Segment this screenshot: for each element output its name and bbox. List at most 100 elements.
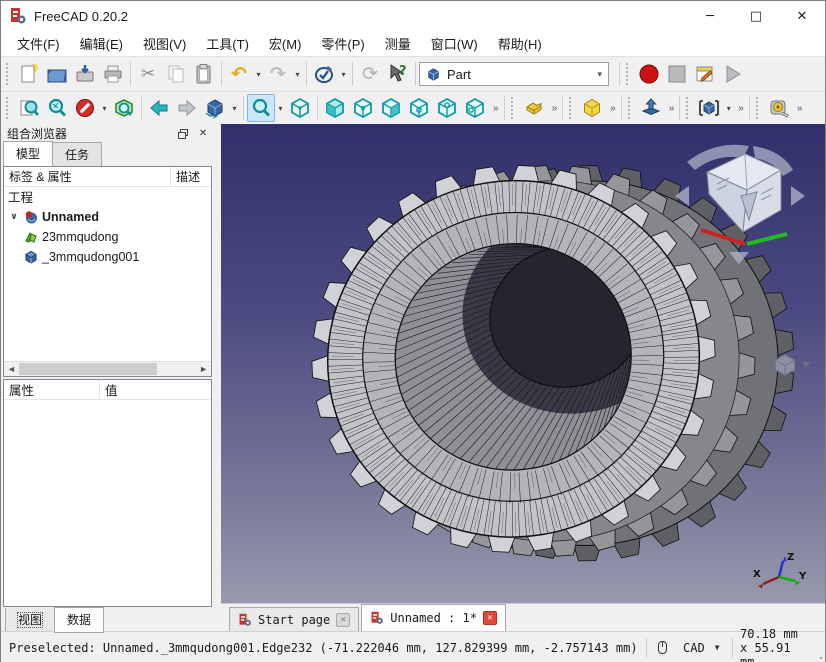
rotate-left-arrow[interactable]: [675, 186, 689, 206]
menu-windows[interactable]: 窗口(W): [421, 31, 488, 56]
toolbar-overflow[interactable]: »: [793, 103, 805, 114]
navigation-cube[interactable]: [665, 138, 815, 266]
macro-edit-button[interactable]: [691, 60, 719, 88]
navigate-back-button[interactable]: [145, 94, 173, 122]
view-bottom-button[interactable]: [433, 94, 461, 122]
toolbar-overflow[interactable]: »: [665, 103, 677, 114]
expand-arrow-icon[interactable]: ∨: [8, 211, 20, 222]
view-front-button[interactable]: [321, 94, 349, 122]
tab-model[interactable]: 模型: [3, 141, 53, 166]
menu-edit[interactable]: 编辑(E): [70, 31, 133, 56]
menu-part[interactable]: 零件(P): [311, 31, 374, 56]
toolbar-overflow[interactable]: »: [734, 103, 746, 114]
link-navigate-dropdown[interactable]: ▾: [229, 94, 240, 122]
extrude-button[interactable]: [637, 94, 665, 122]
toolbar-drag-handle[interactable]: [511, 97, 516, 119]
box-zoom-button[interactable]: [110, 94, 138, 122]
validate-dropdown[interactable]: ▾: [338, 60, 349, 88]
print-button[interactable]: [99, 60, 127, 88]
toolbar-drag-handle[interactable]: [628, 97, 633, 119]
draw-style-dropdown[interactable]: ▾: [275, 94, 286, 122]
link-navigate-button[interactable]: [201, 94, 229, 122]
view-isometric-button[interactable]: [286, 94, 314, 122]
toolbar-overflow[interactable]: »: [606, 103, 618, 114]
toolbar-drag-handle[interactable]: [569, 97, 574, 119]
toolbar-drag-handle[interactable]: [626, 63, 631, 85]
validate-sketch-button[interactable]: [310, 60, 338, 88]
fit-all-button[interactable]: [15, 94, 43, 122]
workbench-selector[interactable]: Part ▾: [419, 62, 609, 86]
draw-style-button[interactable]: [247, 94, 275, 122]
rotate-right-arrow[interactable]: [791, 186, 805, 206]
tab-data-properties[interactable]: 数据: [54, 607, 104, 633]
close-tab-icon[interactable]: ✕: [483, 611, 497, 625]
paste-button[interactable]: [190, 60, 218, 88]
tree-header-description[interactable]: 描述: [171, 168, 211, 185]
zoom-selection-button[interactable]: [43, 94, 71, 122]
tree-horizontal-scrollbar[interactable]: ◄ ►: [4, 361, 211, 376]
menu-macro[interactable]: 宏(M): [259, 31, 312, 56]
clipping-dropdown[interactable]: ▾: [99, 94, 110, 122]
macro-execute-button[interactable]: [719, 60, 747, 88]
dock-splitter[interactable]: [214, 124, 221, 631]
view-right-button[interactable]: [377, 94, 405, 122]
tab-view-properties[interactable]: 视图: [5, 608, 55, 633]
nav-cube-body[interactable]: [707, 154, 781, 232]
toolbar-overflow[interactable]: »: [548, 103, 560, 114]
close-button[interactable]: ✕: [779, 1, 825, 31]
navcube-menu[interactable]: [772, 352, 811, 378]
menu-measure[interactable]: 测量: [375, 31, 421, 56]
toolbar-drag-handle[interactable]: [6, 97, 11, 119]
tab-unnamed-document[interactable]: Unnamed : 1* ✕: [361, 604, 506, 631]
rotate-down-arrow[interactable]: [729, 252, 749, 264]
macro-stop-button[interactable]: [663, 60, 691, 88]
tab-tasks[interactable]: 任务: [52, 142, 102, 166]
whats-this-button[interactable]: ?: [384, 60, 412, 88]
undo-dropdown[interactable]: ▾: [253, 60, 264, 88]
scroll-right-icon[interactable]: ►: [196, 364, 211, 374]
redo-button[interactable]: ↷: [264, 60, 292, 88]
scrollbar-thumb[interactable]: [19, 363, 157, 375]
save-button[interactable]: [71, 60, 99, 88]
value-column[interactable]: 值: [100, 380, 118, 399]
part-solids-button[interactable]: [520, 94, 548, 122]
scroll-left-icon[interactable]: ◄: [4, 364, 19, 374]
tab-start-page[interactable]: Start page ✕: [229, 607, 359, 631]
menu-file[interactable]: 文件(F): [7, 31, 70, 56]
redo-dropdown[interactable]: ▾: [292, 60, 303, 88]
close-tab-icon[interactable]: ✕: [336, 613, 350, 627]
refresh-button[interactable]: ⟳: [356, 60, 384, 88]
new-document-button[interactable]: [15, 60, 43, 88]
navigation-style-selector[interactable]: CAD ▼: [654, 641, 724, 655]
navigate-forward-button[interactable]: [173, 94, 201, 122]
toolbar-drag-handle[interactable]: [686, 97, 691, 119]
tree-header-labels[interactable]: 标签 & 属性: [4, 167, 171, 186]
dock-close-button[interactable]: ✕: [196, 127, 210, 141]
tree-item-document[interactable]: ∨ Unnamed: [4, 207, 211, 227]
tree-item-mesh[interactable]: 23mmqudong: [4, 227, 211, 247]
tree-item-part[interactable]: _3mmqudong001: [4, 247, 211, 267]
open-document-button[interactable]: [43, 60, 71, 88]
3d-viewport[interactable]: X Z Y: [221, 124, 825, 603]
tree-group-application[interactable]: 工程: [4, 187, 211, 207]
measure-button[interactable]: [765, 94, 793, 122]
primitives-button[interactable]: [578, 94, 606, 122]
minimize-button[interactable]: ─: [687, 1, 733, 31]
boolean-dropdown[interactable]: ▾: [723, 94, 734, 122]
view-left-button[interactable]: [461, 94, 489, 122]
view-top-button[interactable]: [349, 94, 377, 122]
clipping-off-button[interactable]: [71, 94, 99, 122]
view-rear-button[interactable]: [405, 94, 433, 122]
menu-help[interactable]: 帮助(H): [488, 31, 552, 56]
toolbar-drag-handle[interactable]: [756, 97, 761, 119]
property-column[interactable]: 属性: [4, 380, 100, 399]
undo-button[interactable]: ↶: [225, 60, 253, 88]
macro-record-button[interactable]: [635, 60, 663, 88]
menu-tools[interactable]: 工具(T): [196, 31, 259, 56]
menu-view[interactable]: 视图(V): [133, 31, 196, 56]
copy-button[interactable]: [162, 60, 190, 88]
boolean-ops-button[interactable]: [695, 94, 723, 122]
dock-float-button[interactable]: [176, 127, 190, 141]
toolbar-drag-handle[interactable]: [6, 63, 11, 85]
maximize-button[interactable]: □: [733, 1, 779, 31]
